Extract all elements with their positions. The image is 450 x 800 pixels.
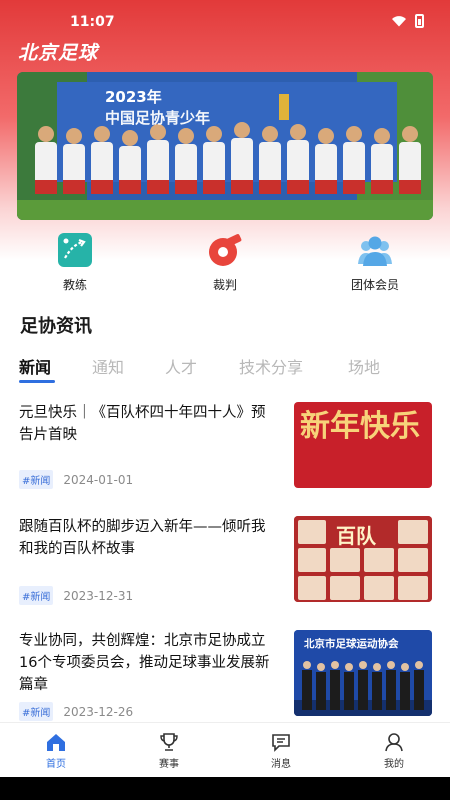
banner-caption: 2023年 中国足协青少年 [105,86,210,128]
tabbar-home[interactable]: 首页 [26,731,86,770]
tab-news[interactable]: 新闻 [19,354,51,378]
news-date: 2024-01-01 [63,472,134,487]
bottom-tabbar: 首页 赛事 消息 我的 [0,723,450,775]
tab-notice[interactable]: 通知 [92,354,124,378]
status-icons [391,14,424,28]
news-date: 2023-12-26 [63,704,134,719]
news-tag: #新闻 [19,586,54,605]
news-title: 元旦快乐｜《百队杯四十年四十人》预告片首映 [19,405,266,443]
app-title: 北京足球 [18,42,99,64]
status-bar: 11:07 [0,0,450,40]
tabbar-messages[interactable]: 消息 [251,731,311,770]
message-icon [272,734,290,752]
news-item[interactable]: 跟随百队杯的脚步迈入新年——倾听我和我的百队杯故事 #新闻 2023-12-31… [0,516,450,628]
referee-whistle-icon [209,234,242,266]
battery-icon [415,14,424,28]
status-time: 11:07 [70,14,115,30]
tab-talent[interactable]: 人才 [165,354,197,378]
news-tabs: 新闻 通知 人才 技术分享 场地 [0,352,450,386]
coach-board-icon [58,233,92,267]
banner-year: 2023年 [105,88,162,106]
news-meta: #新闻 2023-12-31 [19,586,133,605]
news-title: 专业协同，共创辉煌：北京市足协成立16个专项委员会，推动足球事业发展新篇章 [19,633,270,693]
group-members-icon [358,236,392,266]
tabbar-events[interactable]: 赛事 [139,731,199,770]
news-thumbnail: 新年快乐 [294,402,432,488]
news-thumbnail: 百队 [294,516,432,602]
news-thumbnail-text: 新年快乐 [300,409,420,444]
tabbar-events-label: 赛事 [159,759,179,770]
tabbar-home-label: 首页 [46,759,66,770]
section-title: 足协资讯 [20,316,92,337]
quick-links: 教练 裁判 团体会员 [0,232,450,292]
banner-photo [17,72,433,220]
quick-link-referee-label: 裁判 [212,278,237,292]
news-thumbnail-text: 北京市足球运动协会 [304,638,399,650]
tab-venue[interactable]: 场地 [348,354,380,378]
tabbar-messages-label: 消息 [271,759,291,770]
news-meta: #新闻 2023-12-26 [19,702,133,721]
news-title: 跟随百队杯的脚步迈入新年——倾听我和我的百队杯故事 [19,519,266,557]
news-tag: #新闻 [19,702,54,721]
active-tab-indicator [19,380,55,383]
quick-link-group-members-label: 团体会员 [350,278,399,292]
news-tag: #新闻 [19,470,54,489]
quick-link-group-members[interactable]: 团体会员 [325,232,425,293]
news-thumbnail: 北京市足球运动协会 [294,630,432,716]
banner-carousel[interactable]: 2023年 中国足协青少年 [17,72,433,220]
news-thumbnail-text: 百队 [336,524,376,548]
news-date: 2023-12-31 [63,588,134,603]
quick-link-coach-label: 教练 [62,278,87,292]
quick-link-referee[interactable]: 裁判 [175,232,275,293]
tabbar-profile-label: 我的 [384,759,404,770]
trophy-icon [160,733,178,751]
wifi-icon [392,16,406,27]
home-icon [47,734,65,751]
news-meta: #新闻 2024-01-01 [19,470,133,489]
banner-subtitle: 中国足协青少年 [105,109,211,127]
tabbar-profile[interactable]: 我的 [364,731,424,770]
system-nav-bar [0,777,450,800]
tab-tech-share[interactable]: 技术分享 [239,354,303,378]
profile-icon [385,733,403,752]
news-item[interactable]: 元旦快乐｜《百队杯四十年四十人》预告片首映 #新闻 2024-01-01 新年快… [0,402,450,514]
quick-link-coach[interactable]: 教练 [25,232,125,293]
